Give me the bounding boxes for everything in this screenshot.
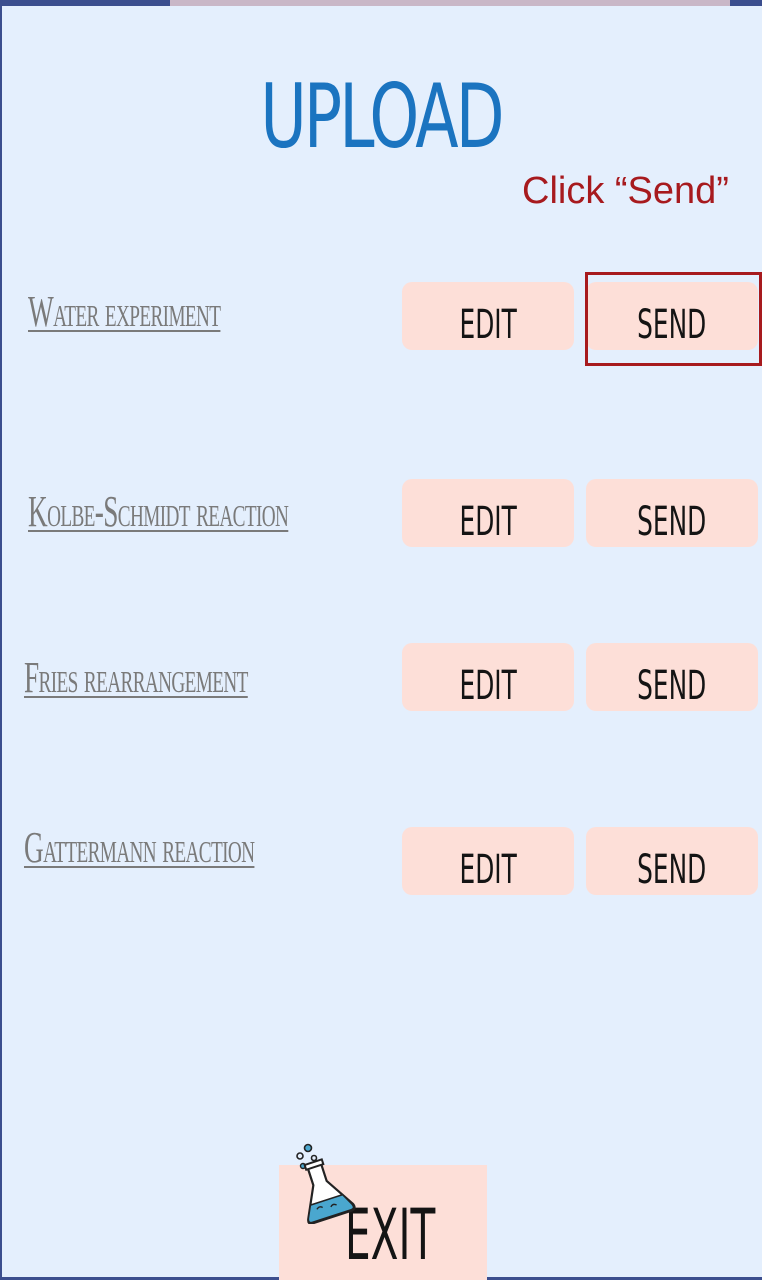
top-accent-bar [170, 0, 730, 6]
send-button-fries[interactable]: SEND [586, 643, 758, 711]
edit-button-label: EDIT [459, 499, 517, 545]
send-button-label: SEND [637, 847, 707, 893]
edit-button-fries[interactable]: EDIT [402, 643, 574, 711]
send-button-kolbe-schmidt[interactable]: SEND [586, 479, 758, 547]
edit-button-label: EDIT [459, 663, 517, 709]
experiment-label-water[interactable]: Water experiment [28, 286, 221, 338]
edit-button-gattermann[interactable]: EDIT [402, 827, 574, 895]
flask-icon [296, 1143, 356, 1224]
instruction-hint: Click “Send” [522, 170, 729, 212]
send-button-label: SEND [637, 302, 707, 348]
experiment-label-gattermann[interactable]: Gattermann reaction [24, 822, 255, 874]
send-button-label: SEND [637, 499, 707, 545]
edit-button-label: EDIT [459, 302, 517, 348]
experiment-label-kolbe-schmidt[interactable]: Kolbe-Schmidt reaction [28, 486, 289, 538]
send-button-water[interactable]: SEND [586, 282, 758, 350]
experiment-label-fries[interactable]: Fries rearrangement [24, 652, 248, 704]
edit-button-water[interactable]: EDIT [402, 282, 574, 350]
edit-button-kolbe-schmidt[interactable]: EDIT [402, 479, 574, 547]
send-button-label: SEND [637, 663, 707, 709]
send-button-gattermann[interactable]: SEND [586, 827, 758, 895]
edit-button-label: EDIT [459, 847, 517, 893]
page-title: UPLOAD [260, 65, 504, 168]
